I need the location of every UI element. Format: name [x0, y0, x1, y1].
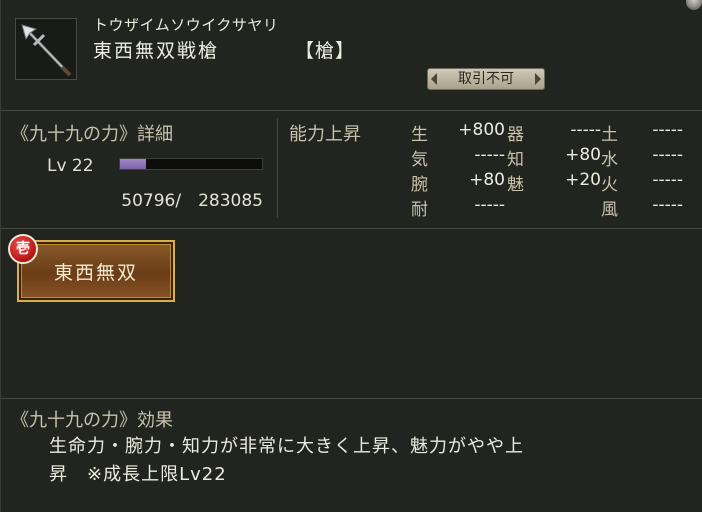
stat-value: ----- — [474, 195, 505, 215]
power-detail-title: 《九十九の力》詳細 — [11, 124, 173, 145]
item-type: 【槍】 — [295, 40, 356, 62]
trade-status-badge: 取引不可 — [427, 68, 545, 90]
skill-name: 東西無双 — [53, 262, 138, 284]
divider — [1, 228, 702, 229]
item-name: 東西無双戦槍 — [93, 40, 220, 62]
stat-value: +80 — [565, 145, 601, 165]
divider — [1, 110, 702, 111]
exp-value: 50796/ 283085 — [121, 191, 263, 211]
stat-value: +20 — [565, 170, 601, 190]
stat-label: 水 — [601, 150, 618, 170]
stat-value: ----- — [652, 120, 683, 140]
divider — [1, 398, 702, 399]
stat-label: 風 — [601, 200, 618, 220]
stat-value: ----- — [652, 145, 683, 165]
effect-text-line: 昇 ※成長上限Lv22 — [49, 464, 227, 485]
stat-label: 知 — [507, 150, 524, 170]
stat-value: ----- — [570, 120, 601, 140]
stat-label: 土 — [601, 125, 618, 145]
stat-label: 魅 — [507, 175, 524, 195]
stat-value: ----- — [474, 145, 505, 165]
stat-value: ----- — [652, 170, 683, 190]
spear-icon — [15, 18, 77, 80]
stat-label: 火 — [601, 175, 618, 195]
stat-label: 腕 — [411, 175, 428, 195]
stat-value: ----- — [652, 195, 683, 215]
exp-progress-fill — [120, 159, 146, 169]
exp-progress-bar — [119, 158, 263, 170]
stat-value: +80 — [469, 170, 505, 190]
skill-rank-seal: 壱 — [8, 234, 38, 264]
stat-label: 耐 — [411, 200, 428, 220]
stat-label: 器 — [507, 125, 524, 145]
skill-slot-button[interactable]: 東西無双 — [17, 240, 175, 302]
close-icon[interactable] — [686, 0, 702, 10]
effect-title: 《九十九の力》効果 — [11, 410, 173, 431]
ability-title: 能力上昇 — [289, 124, 361, 145]
level-label: Lv 22 — [47, 156, 94, 176]
stat-value: +800 — [458, 120, 505, 140]
divider — [277, 118, 278, 218]
effect-text-line: 生命力・腕力・知力が非常に大きく上昇、魅力がやや上 — [49, 436, 524, 457]
item-reading: トウザイムソウイクサヤリ — [93, 16, 279, 34]
stat-label: 生 — [411, 125, 428, 145]
stat-label: 気 — [411, 150, 428, 170]
item-detail-panel: トウザイムソウイクサヤリ 東西無双戦槍 【槍】 取引不可 《九十九の力》詳細 L… — [0, 0, 702, 512]
